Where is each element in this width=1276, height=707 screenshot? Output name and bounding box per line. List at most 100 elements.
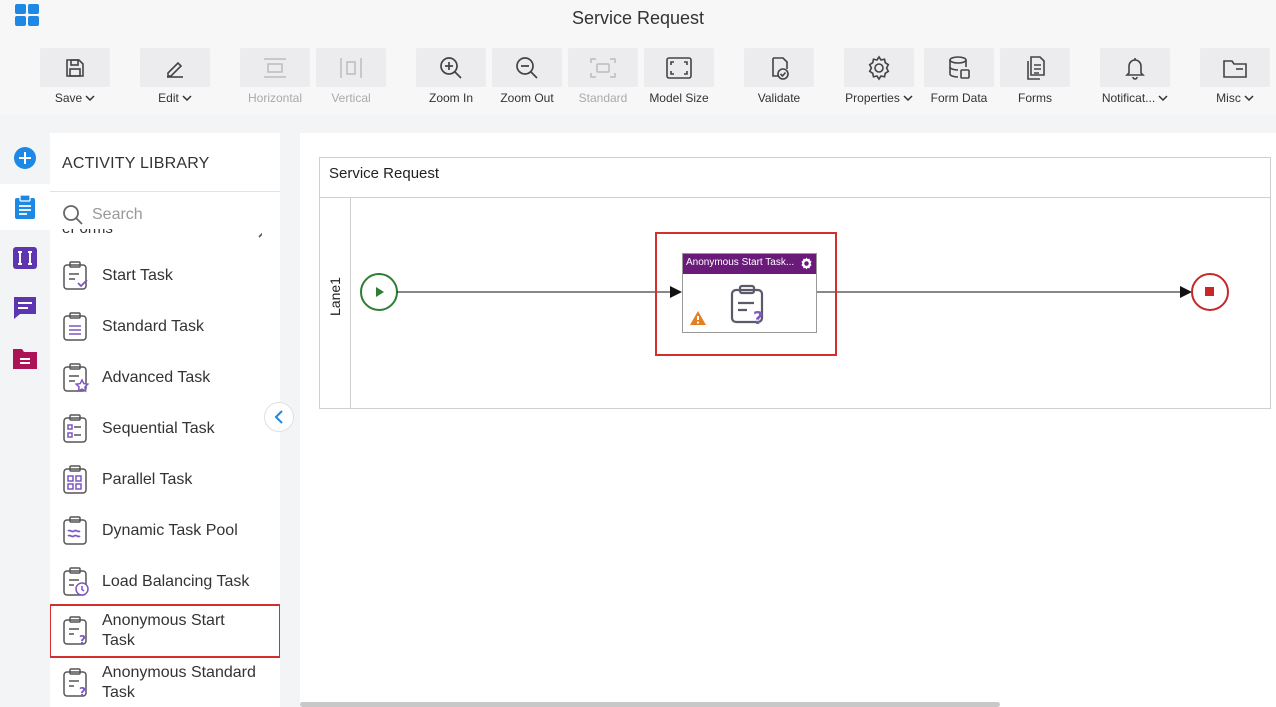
library-item-anonymous-start-task[interactable]: ? Anonymous Start Task xyxy=(50,604,280,658)
chevron-up-icon[interactable] xyxy=(258,229,262,239)
standard-task-icon xyxy=(62,312,90,342)
vertical-button[interactable]: Vertical xyxy=(316,48,386,105)
chat-icon xyxy=(14,297,36,319)
library-item-label: Load Balancing Task xyxy=(102,573,250,590)
library-item-label: Anonymous Standard Task xyxy=(102,664,256,701)
notifications-button[interactable]: Notificat... xyxy=(1100,48,1170,105)
app-title: Service Request xyxy=(571,8,705,28)
library-item-label: Standard Task xyxy=(102,318,204,335)
start-task-icon xyxy=(62,261,90,291)
gear-icon xyxy=(868,55,890,80)
properties-button[interactable]: Properties xyxy=(844,48,914,105)
model-size-icon xyxy=(666,56,692,79)
library-item-advanced-task[interactable]: Advanced Task xyxy=(50,353,280,403)
library-item-label: Sequential Task xyxy=(102,420,215,437)
sequence-flow-start-to-task[interactable] xyxy=(397,286,682,298)
library-item-dynamic-task-pool[interactable]: Dynamic Task Pool xyxy=(50,506,280,556)
chevron-down-icon xyxy=(1244,95,1254,101)
library-item-parallel-task[interactable]: Parallel Task xyxy=(50,455,280,505)
vertical-label: Vertical xyxy=(331,91,371,105)
process-canvas[interactable]: Service Request Lane1 Anonymous Start Ta xyxy=(300,133,1276,707)
horizontal-scrollbar[interactable] xyxy=(300,702,1000,707)
pencil-icon xyxy=(167,61,183,78)
sequence-flow-task-to-end[interactable] xyxy=(817,286,1192,298)
bell-icon xyxy=(1125,57,1145,80)
task-header: Anonymous Start Task... xyxy=(683,254,816,274)
folder-form-icon xyxy=(13,349,37,369)
stop-icon xyxy=(1205,287,1214,296)
zoom-in-button[interactable]: Zoom In xyxy=(416,48,486,105)
forms-label: Forms xyxy=(1018,91,1052,105)
model-size-label: Model Size xyxy=(649,91,709,105)
anonymous-task-icon: ? xyxy=(730,284,763,326)
rail-variables-button[interactable] xyxy=(0,235,50,281)
form-data-label: Form Data xyxy=(930,91,988,105)
svg-text:?: ? xyxy=(79,633,86,646)
library-item-load-balancing-task[interactable]: Load Balancing Task xyxy=(50,557,280,607)
library-item-sequential-task[interactable]: Sequential Task xyxy=(50,404,280,454)
activity-library-panel: ACTIVITY LIBRARY eForms Start Task Stand… xyxy=(50,133,280,707)
zoom-out-label: Zoom Out xyxy=(500,91,554,105)
library-item-standard-task[interactable]: Standard Task xyxy=(50,302,280,352)
variables-icon xyxy=(13,247,37,269)
align-vertical-icon xyxy=(340,57,362,78)
zoom-out-button[interactable]: Zoom Out xyxy=(492,48,562,105)
rail-activity-library-button[interactable] xyxy=(0,184,50,230)
save-icon xyxy=(66,58,84,77)
start-event[interactable] xyxy=(360,273,398,311)
dynamic-task-pool-icon xyxy=(62,516,90,546)
rail-forms-button[interactable] xyxy=(0,335,50,381)
gear-icon[interactable] xyxy=(800,257,813,270)
folder-icon xyxy=(1223,59,1247,78)
chevron-down-icon xyxy=(903,95,913,101)
model-size-button[interactable]: Model Size xyxy=(644,48,714,105)
standard-label: Standard xyxy=(578,91,628,105)
svg-text:?: ? xyxy=(753,308,763,326)
advanced-task-icon xyxy=(62,363,90,393)
save-button[interactable]: Save xyxy=(40,48,110,105)
group-label: eForms xyxy=(62,229,113,237)
library-item-start-task[interactable]: Start Task xyxy=(50,251,280,301)
edit-label: Edit xyxy=(158,91,179,105)
chevron-down-icon xyxy=(85,95,95,101)
warning-icon xyxy=(690,311,706,325)
anonymous-start-task-node[interactable]: Anonymous Start Task... ? xyxy=(682,253,817,333)
misc-button[interactable]: Misc xyxy=(1200,48,1270,105)
horizontal-button[interactable]: Horizontal xyxy=(240,48,310,105)
chevron-down-icon xyxy=(182,95,192,101)
library-title: ACTIVITY LIBRARY xyxy=(62,155,210,172)
validate-icon xyxy=(772,56,789,80)
forms-icon xyxy=(1027,55,1045,80)
library-item-label: Anonymous Start Task xyxy=(102,612,225,649)
save-label: Save xyxy=(54,91,83,105)
anonymous-start-task-icon: ? xyxy=(62,616,90,646)
parallel-task-icon xyxy=(62,465,90,495)
end-event[interactable] xyxy=(1191,273,1229,311)
forms-button[interactable]: Forms xyxy=(1000,48,1070,105)
anonymous-standard-task-icon: ? xyxy=(62,668,90,698)
search-input[interactable] xyxy=(92,206,262,224)
rail-add-button[interactable] xyxy=(0,135,50,181)
collapse-library-button[interactable] xyxy=(264,402,294,432)
chevron-left-icon xyxy=(274,410,283,424)
clipboard-icon xyxy=(15,194,35,219)
plus-circle-icon xyxy=(14,147,36,169)
standard-size-icon xyxy=(590,57,616,78)
form-data-button[interactable]: Form Data xyxy=(924,48,994,105)
notifications-label: Notificat... xyxy=(1101,91,1156,105)
align-horizontal-icon xyxy=(264,57,286,78)
edit-button[interactable]: Edit xyxy=(140,48,210,105)
validate-button[interactable]: Validate xyxy=(744,48,814,105)
properties-label: Properties xyxy=(845,91,900,105)
misc-label: Misc xyxy=(1216,91,1241,105)
rail-messages-button[interactable] xyxy=(0,285,50,331)
library-item-anonymous-standard-task[interactable]: ? Anonymous Standard Task xyxy=(50,659,280,707)
horizontal-label: Horizontal xyxy=(247,91,303,105)
zoom-in-icon xyxy=(440,56,462,79)
search-icon xyxy=(63,205,83,225)
left-rail xyxy=(0,115,50,707)
library-group-header[interactable]: eForms xyxy=(62,229,262,243)
zoom-in-label: Zoom In xyxy=(428,91,473,105)
library-item-label: Parallel Task xyxy=(102,471,193,488)
standard-button[interactable]: Standard xyxy=(568,48,638,105)
